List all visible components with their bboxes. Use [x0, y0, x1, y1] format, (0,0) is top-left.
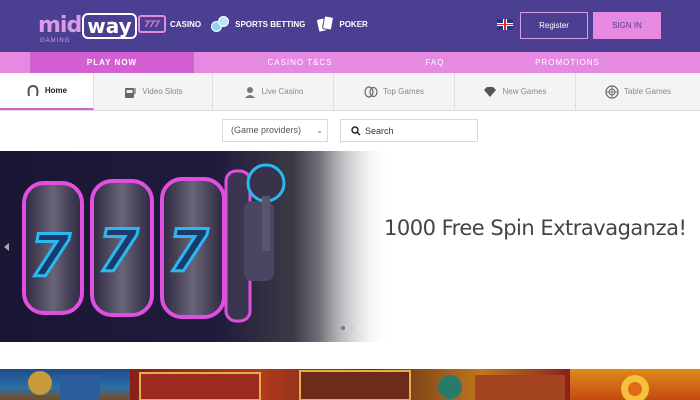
tab-live-casino[interactable]: Live Casino [213, 73, 334, 110]
topnav-casino-label: CASINO [170, 19, 202, 29]
carousel-dot-1[interactable] [341, 326, 345, 330]
slot-777-icon: 777 [138, 14, 166, 34]
topnav-sports-label: SPORTS BETTING [235, 19, 306, 29]
carousel-dot-2[interactable] [350, 326, 354, 330]
game-providers-value: (Game providers) [231, 125, 302, 135]
game-category-tabs: Home Video Slots Live Casino Top Games N… [0, 73, 700, 111]
tab-home[interactable]: Home [0, 73, 94, 110]
search-box[interactable] [340, 119, 478, 142]
tab-home-label: Home [44, 86, 68, 95]
tab-new-games[interactable]: New Games [455, 73, 576, 110]
logo-text-mid: mid [38, 13, 82, 38]
topnav-poker-label: POKER [339, 19, 368, 29]
search-icon [351, 125, 361, 136]
midway-gaming-logo[interactable]: mid way GAMING [38, 12, 137, 44]
slot-machine-icon [123, 85, 137, 99]
logo-subtext: GAMING [40, 38, 71, 44]
tab-new-games-label: New Games [502, 87, 547, 96]
promo-banner[interactable]: 7 7 7 1000 Free Spin Extravaganza! [0, 151, 700, 342]
playing-cards-icon [315, 15, 335, 33]
svg-text:7: 7 [168, 217, 209, 285]
site-header: mid way GAMING 777 CASINO SPORTS BETTING… [0, 0, 700, 52]
horseshoe-icon [26, 84, 40, 98]
featured-games-strip [0, 369, 700, 400]
subnav-faq[interactable]: FAQ [395, 52, 475, 73]
search-input[interactable] [365, 125, 475, 136]
game-thumbnail[interactable] [570, 369, 700, 400]
carousel-prev-arrow[interactable] [4, 243, 9, 251]
banner-slot-machine-image: 7 7 7 [0, 151, 390, 342]
subnav-casino-tcs[interactable]: CASINO T&CS [220, 52, 380, 73]
tab-live-casino-label: Live Casino [261, 87, 304, 96]
sign-in-button[interactable]: SIGN IN [593, 12, 661, 39]
subnav-promotions[interactable]: PROMOTIONS [500, 52, 635, 73]
topnav-sports-betting[interactable]: SPORTS BETTING [211, 15, 305, 33]
svg-text:7: 7 [30, 222, 71, 290]
diamond-icon [483, 85, 497, 99]
roulette-icon [605, 84, 619, 99]
tab-top-games-label: Top Games [383, 87, 424, 96]
secondary-navigation: PLAY NOW CASINO T&CS FAQ PROMOTIONS [0, 52, 700, 73]
tab-video-slots[interactable]: Video Slots [94, 73, 213, 110]
uk-flag-icon[interactable] [497, 19, 513, 30]
tab-top-games[interactable]: Top Games [334, 73, 455, 110]
banner-title: 1000 Free Spin Extravaganza! [384, 216, 687, 240]
tab-table-games-label: Table Games [623, 87, 672, 96]
game-thumbnail[interactable] [0, 369, 130, 400]
logo-text-way: way [82, 13, 137, 39]
topnav-poker[interactable]: POKER [315, 15, 368, 33]
tab-video-slots-label: Video Slots [142, 87, 183, 96]
carousel-dots [341, 326, 359, 330]
masks-icon [364, 85, 378, 99]
subnav-play-now[interactable]: PLAY NOW [30, 52, 194, 73]
game-thumbnail[interactable] [130, 369, 570, 400]
chevron-down-icon: ⌄ [316, 126, 323, 135]
svg-text:7: 7 [98, 217, 139, 285]
game-providers-select[interactable]: (Game providers) ⌄ [222, 119, 328, 142]
dealer-icon [243, 85, 257, 99]
top-navigation: 777 CASINO SPORTS BETTING POKER [138, 14, 378, 34]
register-button[interactable]: Register [520, 12, 588, 39]
topnav-casino[interactable]: 777 CASINO [138, 14, 201, 34]
sports-balls-icon [211, 15, 231, 33]
tab-table-games[interactable]: Table Games [576, 73, 700, 110]
